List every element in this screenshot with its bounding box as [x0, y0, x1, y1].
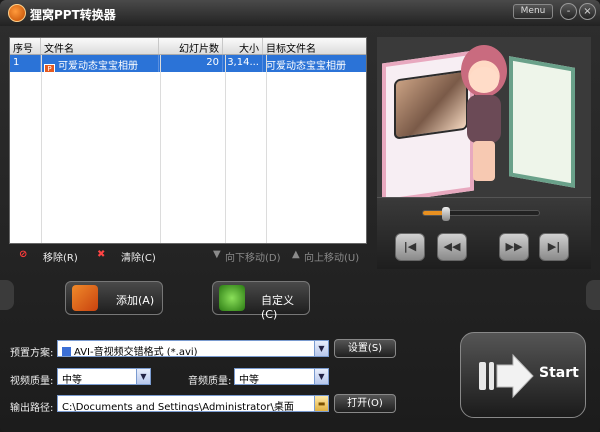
app-logo-icon [8, 4, 26, 22]
add-label: 添加(A) [116, 294, 155, 307]
title-bar: 狸窝PPT转换器 Menu - × [0, 0, 600, 26]
setup-button[interactable]: 设置(S) [334, 339, 396, 358]
preset-label: 预置方案: [10, 348, 54, 359]
customize-label: 自定义(C) [261, 294, 294, 321]
move-down-icon: ▼ [213, 249, 221, 260]
output-path-label: 输出路径: [10, 403, 54, 414]
dropdown-icon[interactable]: ▼ [136, 369, 150, 384]
customize-icon [219, 285, 245, 311]
preview-area [377, 37, 591, 197]
customize-button[interactable]: 自定义(C) [212, 281, 310, 321]
doll-legs [473, 141, 495, 181]
row-target: 可爱动态宝宝相册 [266, 61, 346, 72]
player-controls: |◀ ◀◀ ▶▶ ▶| [377, 197, 591, 269]
dropdown-icon[interactable]: ▼ [314, 369, 328, 384]
move-down-button[interactable]: 向下移动(D) [225, 249, 281, 264]
audio-quality-label: 音频质量: [188, 376, 232, 387]
audio-quality-select[interactable]: 中等 ▼ [234, 368, 329, 385]
output-settings: 预置方案: AVI-音视频交错格式 (*.avi) ▼ 设置(S) 视频质量: … [9, 327, 449, 427]
ppt-file-icon: P [44, 64, 55, 72]
preset-value: AVI-音视频交错格式 (*.avi) [74, 347, 198, 357]
skip-end-button[interactable]: ▶| [539, 233, 569, 261]
start-button[interactable]: Start [460, 332, 586, 418]
video-quality-select[interactable]: 中等 ▼ [57, 368, 151, 385]
app-title: 狸窝PPT转换器 [30, 8, 116, 22]
col-index[interactable]: 序号 [10, 38, 41, 54]
folder-icon[interactable]: ▬ [314, 396, 328, 411]
forward-button[interactable]: ▶▶ [499, 233, 529, 261]
video-quality-label: 视频质量: [10, 376, 54, 387]
row-filename: 可爱动态宝宝相册 [58, 61, 138, 72]
album-page-right [509, 56, 575, 188]
minimize-icon: - [566, 6, 571, 17]
column-divider [160, 55, 161, 243]
menu-button[interactable]: Menu [513, 4, 553, 19]
row-slides: 20 [159, 55, 223, 72]
dropdown-icon[interactable]: ▼ [314, 341, 328, 356]
column-divider [41, 55, 42, 243]
preset-select[interactable]: AVI-音视频交错格式 (*.avi) ▼ [57, 340, 329, 357]
open-button[interactable]: 打开(O) [334, 394, 396, 413]
avi-format-icon [62, 347, 71, 356]
close-icon: × [583, 6, 592, 17]
seek-thumb[interactable] [441, 207, 450, 221]
clear-button[interactable]: 清除(C) [121, 249, 156, 264]
seek-progress [423, 211, 444, 215]
doll-face [469, 67, 499, 93]
col-size[interactable]: 大小 [223, 38, 263, 54]
move-up-icon: ▲ [292, 249, 300, 260]
remove-button[interactable]: 移除(R) [43, 249, 78, 264]
row-size: 3,14... [223, 55, 263, 72]
minimize-button[interactable]: - [560, 3, 577, 20]
table-row[interactable]: 1 P 可爱动态宝宝相册 20 3,14... 可爱动态宝宝相册 [10, 55, 366, 72]
start-arrow-icon [479, 353, 534, 399]
clear-icon: ✖ [97, 249, 106, 260]
app-window: 狸窝PPT转换器 Menu - × 序号 文件名 幻灯片数 大小 目标文件名 1… [0, 0, 600, 432]
column-divider [266, 55, 267, 243]
output-path-value: C:\Documents and Settings\Administrator\… [62, 402, 294, 412]
row-filename-cell: P 可爱动态宝宝相册 [41, 55, 159, 72]
output-path-field[interactable]: C:\Documents and Settings\Administrator\… [57, 395, 329, 412]
col-slides[interactable]: 幻灯片数 [159, 38, 223, 54]
skip-start-button[interactable]: |◀ [395, 233, 425, 261]
left-edge-tab [0, 280, 14, 310]
add-button[interactable]: 添加(A) [65, 281, 163, 315]
start-label: Start [539, 365, 579, 381]
menu-label: Menu [520, 6, 546, 16]
doll-figure [457, 45, 509, 195]
row-index: 1 [10, 55, 41, 72]
close-button[interactable]: × [579, 3, 596, 20]
remove-icon: ⊘ [19, 249, 28, 260]
move-up-button[interactable]: 向上移动(U) [304, 249, 359, 264]
doll-body [467, 95, 501, 143]
list-toolbar: ⊘ 移除(R) ✖ 清除(C) ▼ 向下移动(D) ▲ 向上移动(U) [9, 244, 367, 266]
file-list[interactable]: 序号 文件名 幻灯片数 大小 目标文件名 1 P 可爱动态宝宝相册 20 3,14… [9, 37, 367, 244]
file-list-header: 序号 文件名 幻灯片数 大小 目标文件名 [10, 38, 366, 55]
column-divider [225, 55, 226, 243]
rewind-button[interactable]: ◀◀ [437, 233, 467, 261]
col-target[interactable]: 目标文件名 [263, 38, 366, 54]
video-quality-value: 中等 [62, 375, 82, 385]
add-icon [72, 285, 98, 311]
audio-quality-value: 中等 [239, 375, 259, 385]
col-filename[interactable]: 文件名 [41, 38, 159, 54]
right-edge-tab [586, 280, 600, 310]
seek-bar[interactable] [422, 207, 540, 221]
